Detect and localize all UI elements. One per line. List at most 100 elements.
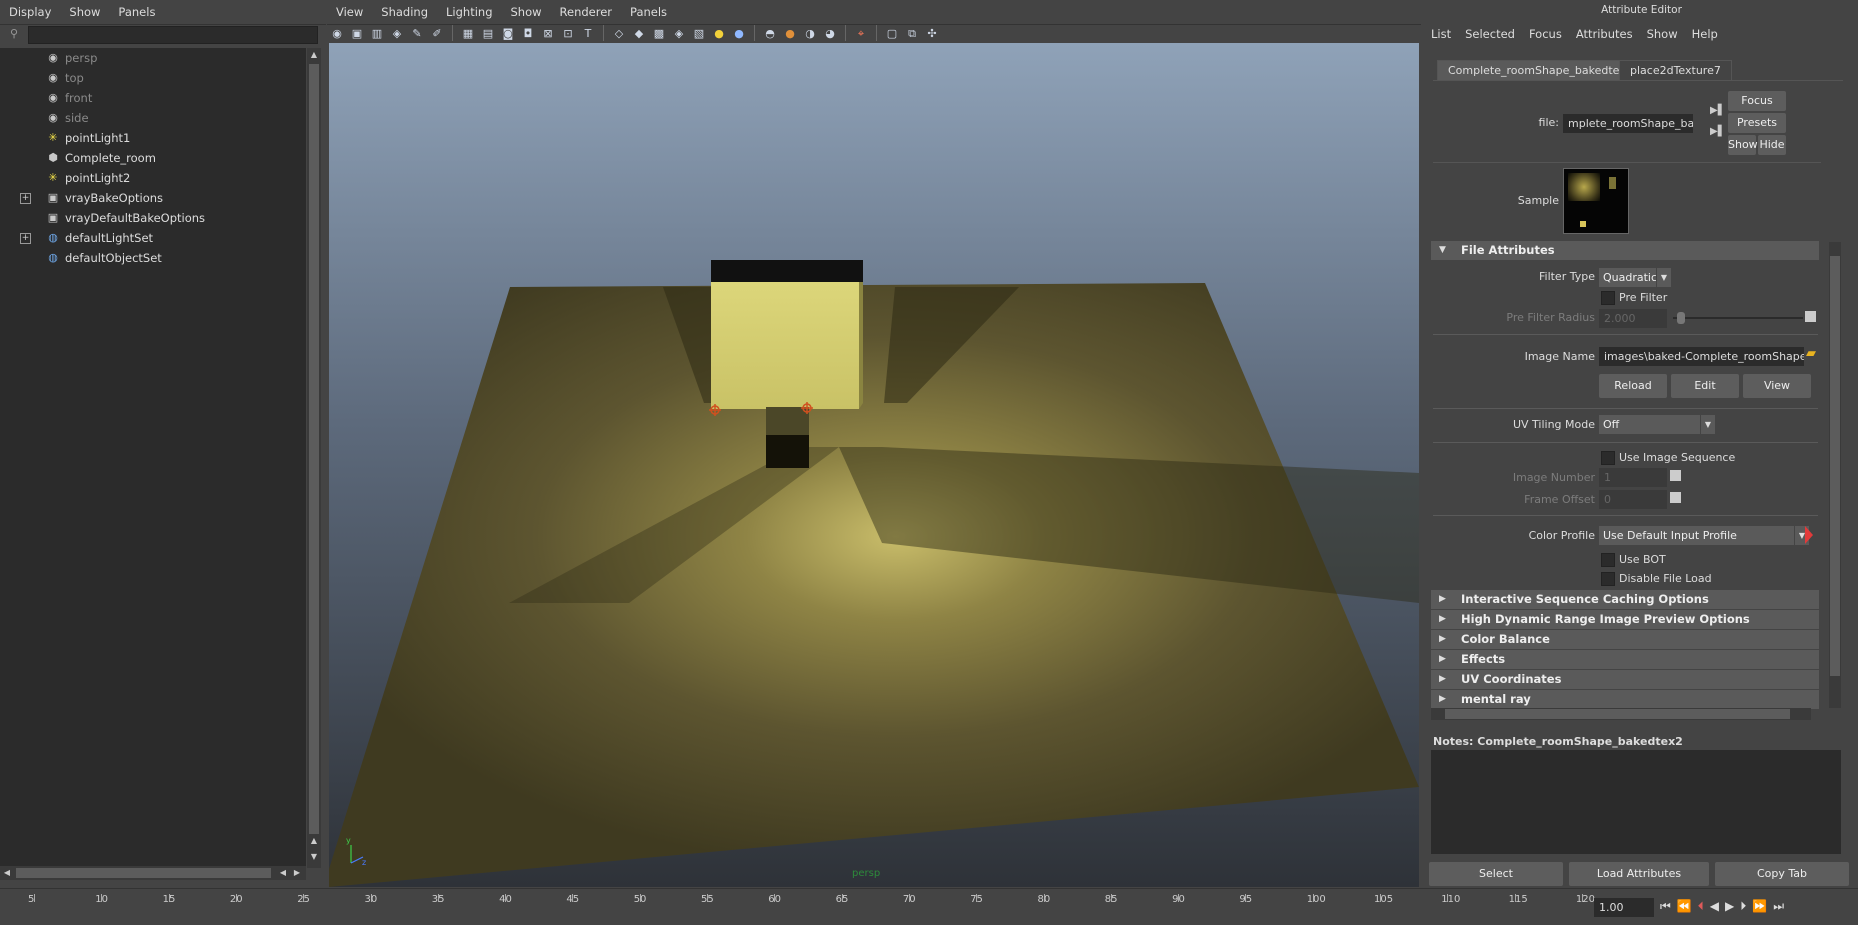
reload-button[interactable]: Reload bbox=[1599, 374, 1667, 398]
map-button-icon[interactable] bbox=[1805, 311, 1816, 322]
menu-list[interactable]: List bbox=[1431, 27, 1451, 41]
scroll-right-icon[interactable]: ▶ bbox=[290, 866, 304, 880]
section-mental-ray[interactable]: ▶ mental ray bbox=[1431, 690, 1819, 709]
safe-title-icon[interactable]: T bbox=[580, 25, 597, 42]
map-button-icon[interactable] bbox=[1670, 492, 1681, 503]
scroll-up-icon[interactable]: ▲ bbox=[307, 48, 321, 62]
outliner-search-input[interactable] bbox=[28, 26, 318, 44]
ae-vertical-scrollbar[interactable] bbox=[1829, 242, 1841, 708]
xray-icon[interactable]: ◈ bbox=[671, 25, 688, 42]
show-button[interactable]: Show bbox=[1728, 135, 1758, 155]
menu-help[interactable]: Help bbox=[1692, 27, 1718, 41]
menu-panels[interactable]: Panels bbox=[621, 5, 676, 19]
file-name-field[interactable]: mplete_roomShape_bakedtex2 bbox=[1563, 114, 1693, 133]
section-hdr-preview[interactable]: ▶ High Dynamic Range Image Preview Option… bbox=[1431, 610, 1819, 629]
go-to-end-icon[interactable]: ⏭ bbox=[1773, 899, 1784, 914]
film-gate-icon[interactable]: ▤ bbox=[480, 25, 497, 42]
edit-button[interactable]: Edit bbox=[1671, 374, 1739, 398]
outliner-item[interactable]: ▣ vrayDefaultBakeOptions bbox=[0, 208, 300, 228]
section-effects[interactable]: ▶ Effects bbox=[1431, 650, 1819, 669]
3d-scene-view[interactable]: y z bbox=[329, 43, 1419, 887]
grid-icon[interactable]: ▦ bbox=[460, 25, 477, 42]
isolate-select-icon[interactable]: ⌖ bbox=[853, 25, 870, 42]
scroll-thumb[interactable] bbox=[16, 868, 271, 878]
select-button[interactable]: Select bbox=[1429, 862, 1563, 886]
copy-tab-button[interactable]: Copy Tab bbox=[1715, 862, 1849, 886]
section-file-attributes[interactable]: ▼ File Attributes bbox=[1431, 241, 1819, 260]
multisample-aa-icon[interactable]: ◑ bbox=[802, 25, 819, 42]
outliner-horizontal-scrollbar[interactable]: ◀ ◀ ▶ bbox=[0, 866, 306, 880]
notes-textarea[interactable] bbox=[1431, 750, 1841, 854]
image-number-field[interactable]: 1 bbox=[1599, 468, 1667, 487]
outliner-item[interactable]: ◍ defaultObjectSet bbox=[0, 248, 300, 268]
frame-offset-field[interactable]: 0 bbox=[1599, 490, 1667, 509]
step-back-key-icon[interactable]: ⏪ bbox=[1677, 899, 1692, 914]
select-camera-icon[interactable]: ◉ bbox=[329, 25, 346, 42]
hud-icon[interactable]: ✣ bbox=[924, 25, 941, 42]
ae-horizontal-scrollbar[interactable] bbox=[1431, 708, 1811, 720]
section-color-balance[interactable]: ▶ Color Balance bbox=[1431, 630, 1819, 649]
pre-filter-radius-slider[interactable] bbox=[1673, 317, 1803, 319]
pre-filter-radius-field[interactable]: 2.000 bbox=[1599, 309, 1667, 328]
xray-active-icon[interactable]: ⧉ bbox=[904, 25, 921, 42]
screen-space-ao-icon[interactable]: ◓ bbox=[762, 25, 779, 42]
filter-type-dropdown[interactable]: Quadratic ▼ bbox=[1599, 268, 1671, 287]
menu-selected[interactable]: Selected bbox=[1465, 27, 1515, 41]
scroll-left-icon[interactable]: ◀ bbox=[276, 866, 290, 880]
tab-complete-roomshape-bakedtex2[interactable]: Complete_roomShape_bakedtex2 bbox=[1437, 60, 1644, 81]
outliner-vertical-scrollbar[interactable]: ▲ ▲ ▼ bbox=[307, 48, 321, 868]
outliner-item[interactable]: ◉ side bbox=[0, 108, 300, 128]
image-plane-icon[interactable]: ◈ bbox=[389, 25, 406, 42]
outliner-item[interactable]: ◉ front bbox=[0, 88, 300, 108]
step-forward-key-icon[interactable]: ⏩ bbox=[1752, 899, 1767, 914]
menu-renderer[interactable]: Renderer bbox=[551, 5, 622, 19]
color-management-icon[interactable] bbox=[1805, 526, 1813, 544]
menu-lighting[interactable]: Lighting bbox=[437, 5, 501, 19]
menu-display[interactable]: Display bbox=[0, 5, 60, 19]
scroll-down-icon[interactable]: ▲ bbox=[307, 834, 321, 848]
input-connection-icon[interactable]: ▶▌ bbox=[1710, 105, 1725, 116]
step-back-frame-icon[interactable]: ⏴ bbox=[1698, 899, 1704, 914]
menu-show[interactable]: Show bbox=[1647, 27, 1678, 41]
use-all-lights-icon[interactable]: ● bbox=[711, 25, 728, 42]
disable-file-load-checkbox[interactable] bbox=[1601, 572, 1615, 586]
menu-show[interactable]: Show bbox=[502, 5, 551, 19]
play-backwards-icon[interactable]: ◀ bbox=[1710, 899, 1719, 914]
tab-place2dtexture7[interactable]: place2dTexture7 bbox=[1619, 60, 1732, 81]
scroll-down-icon[interactable]: ▼ bbox=[307, 850, 321, 864]
safe-action-icon[interactable]: ⊡ bbox=[560, 25, 577, 42]
slider-handle[interactable] bbox=[1677, 312, 1685, 324]
smooth-shade-icon[interactable]: ◆ bbox=[631, 25, 648, 42]
use-bot-checkbox[interactable] bbox=[1601, 553, 1615, 567]
outliner-item[interactable]: ✳ pointLight1 bbox=[0, 128, 300, 148]
view-button[interactable]: View bbox=[1743, 374, 1811, 398]
outliner-item[interactable]: ◉ persp bbox=[0, 48, 300, 68]
color-profile-dropdown[interactable]: Use Default Input Profile ▼ bbox=[1599, 526, 1809, 545]
play-forwards-icon[interactable]: ▶ bbox=[1725, 899, 1734, 914]
menu-show[interactable]: Show bbox=[60, 5, 109, 19]
uv-tiling-mode-dropdown[interactable]: Off ▼ bbox=[1599, 415, 1715, 434]
two-d-pan-icon[interactable]: ✎ bbox=[409, 25, 426, 42]
menu-panels[interactable]: Panels bbox=[109, 5, 164, 19]
wireframe-on-shaded-icon[interactable]: ▩ bbox=[651, 25, 668, 42]
use-image-sequence-checkbox[interactable] bbox=[1601, 451, 1615, 465]
camera-attributes-icon[interactable]: ▣ bbox=[349, 25, 366, 42]
map-button-icon[interactable] bbox=[1670, 470, 1681, 481]
menu-shading[interactable]: Shading bbox=[372, 5, 437, 19]
bookmark-icon[interactable]: ▥ bbox=[369, 25, 386, 42]
outliner-item[interactable]: ⬢ Complete_room bbox=[0, 148, 300, 168]
hide-button[interactable]: Hide bbox=[1758, 135, 1786, 155]
outliner-item[interactable]: ✳ pointLight2 bbox=[0, 168, 300, 188]
expand-plus-icon[interactable]: + bbox=[20, 233, 31, 244]
field-chart-icon[interactable]: ⊠ bbox=[540, 25, 557, 42]
depth-of-field-icon[interactable]: ◕ bbox=[822, 25, 839, 42]
grease-pencil-icon[interactable]: ✐ bbox=[429, 25, 446, 42]
outliner-item[interactable]: + ▣ vrayBakeOptions bbox=[0, 188, 300, 208]
section-uv-coordinates[interactable]: ▶ UV Coordinates bbox=[1431, 670, 1819, 689]
wireframe-icon[interactable]: ◇ bbox=[611, 25, 628, 42]
expand-plus-icon[interactable]: + bbox=[20, 193, 31, 204]
load-attributes-button[interactable]: Load Attributes bbox=[1569, 862, 1709, 886]
outliner-item[interactable]: ◉ top bbox=[0, 68, 300, 88]
section-interactive-sequence-caching[interactable]: ▶ Interactive Sequence Caching Options bbox=[1431, 590, 1819, 609]
step-forward-frame-icon[interactable]: ⏵ bbox=[1740, 899, 1746, 914]
